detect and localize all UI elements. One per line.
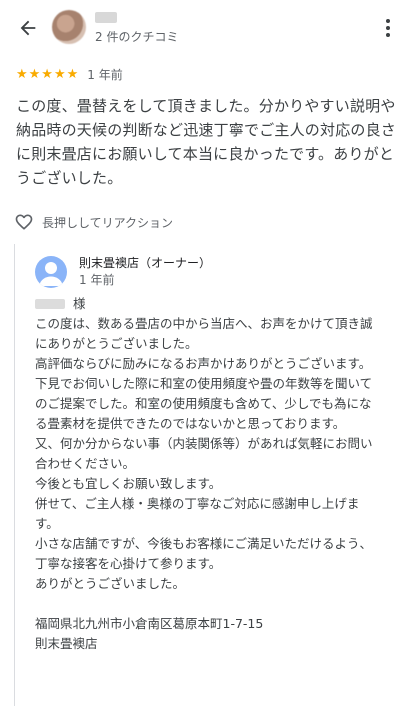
back-button[interactable]	[14, 14, 42, 42]
owner-reply: 則末畳襖店（オーナー） 1 年前 様 この度は、数ある畳店の中から当店へ、お声を…	[14, 244, 399, 706]
reply-line: 高評価ならびに励みになるお声かけありがとうございます。	[35, 356, 372, 371]
app-bar: 2 件のクチコミ	[0, 0, 412, 56]
rating-row: ★★★★★ 1 年前	[16, 64, 123, 84]
greeting-suffix: 様	[73, 296, 86, 311]
shop-contact: 福岡県北九州市小倉南区葛原本町1-7-15 則末畳襖店	[35, 614, 383, 654]
reviewer-avatar[interactable]	[52, 10, 86, 44]
reply-line: 今後とも宜しくお願い致します。	[35, 476, 222, 491]
more-vert-dot	[386, 33, 390, 37]
reaction-label: 長押ししてリアクション	[42, 215, 174, 230]
reviewer-review-count: 2 件のクチコミ	[95, 30, 179, 44]
person-icon	[39, 262, 63, 286]
reply-line: 下見でお伺いした際に和室の使用頻度や畳の年数等を聞いてのご提案でした。和室の使用…	[35, 376, 373, 431]
owner-avatar	[35, 256, 67, 288]
owner-reply-time: 1 年前	[79, 273, 115, 287]
reaction-button[interactable]: 長押ししてリアクション	[14, 212, 173, 232]
customer-name-redacted	[35, 299, 65, 309]
reply-line: ありがとうございました。	[35, 576, 186, 591]
shop-address: 福岡県北九州市小倉南区葛原本町1-7-15	[35, 616, 264, 631]
more-options-button[interactable]	[378, 14, 398, 42]
back-arrow-icon	[20, 20, 36, 36]
reply-line: この度は、数ある畳店の中から当店へ、お声をかけて頂き誠にありがとうございました。	[35, 316, 373, 351]
owner-reply-body: 様 この度は、数ある畳店の中から当店へ、お声をかけて頂き誠にありがとうございまし…	[35, 294, 383, 654]
reply-line: 併せて、ご主人様・奥様の丁寧なご対応に感謝申し上げます。	[35, 496, 360, 531]
reply-greeting: 様	[35, 294, 383, 314]
review-time: 1 年前	[87, 67, 123, 82]
more-vert-dot	[386, 26, 390, 30]
heart-outline-icon	[15, 214, 33, 230]
more-vert-icon	[386, 19, 390, 23]
star-rating: ★★★★★	[16, 66, 80, 82]
reply-line: 小さな店舗ですが、今後もお客様にご満足いただけるよう、丁寧な接客を心掛けて参りま…	[35, 536, 373, 571]
owner-name: 則末畳襖店（オーナー）	[79, 256, 212, 270]
reply-line: 又、何か分からない事（内装関係等）があれば気軽にお問い合わせください。	[35, 436, 373, 471]
reviewer-name-redacted[interactable]	[95, 12, 117, 23]
review-text: この度、畳替えをして頂きました。分かりやすい説明や納品時の天候の判断など迅速丁寧…	[16, 97, 397, 187]
shop-signature: 則末畳襖店	[35, 636, 98, 651]
